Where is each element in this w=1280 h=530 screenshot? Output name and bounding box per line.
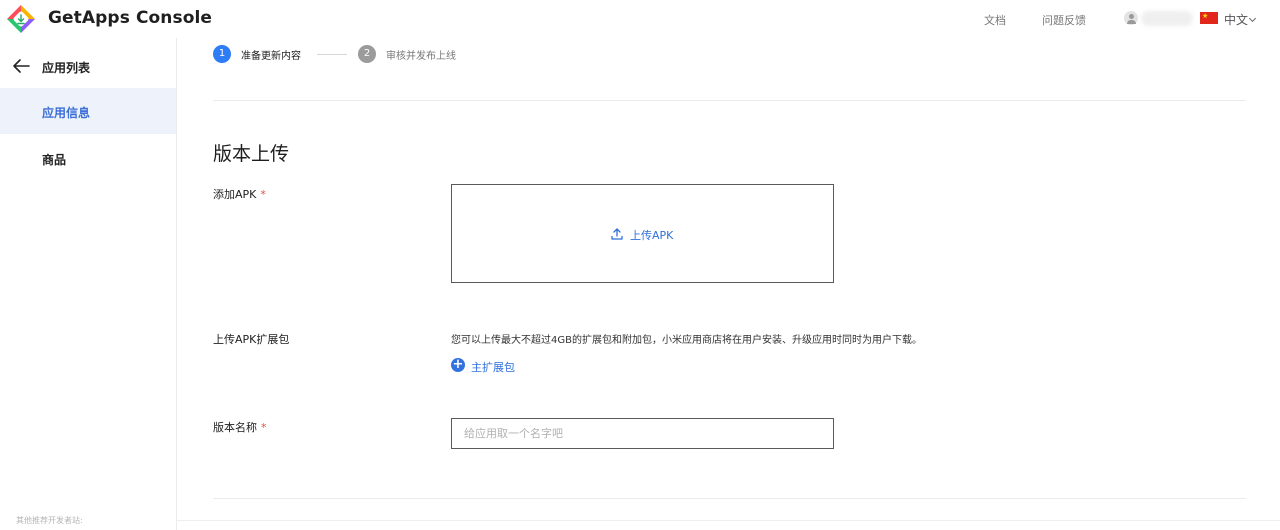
brand-title[interactable]: GetApps Console [48, 8, 212, 28]
step-label: 审核并发布上线 [386, 51, 456, 62]
add-main-ext-label[interactable]: 主扩展包 [471, 359, 515, 375]
feedback-link[interactable]: 问题反馈 [1042, 12, 1086, 28]
chevron-down-icon[interactable] [1248, 14, 1257, 23]
apk-upload-area[interactable]: 上传APK [451, 184, 834, 283]
step-number: 2 [358, 45, 376, 63]
docs-link[interactable]: 文档 [984, 12, 1006, 28]
step-connector [317, 54, 347, 55]
required-mark: * [261, 421, 267, 434]
user-avatar-icon[interactable] [1124, 11, 1138, 25]
arrow-left-icon[interactable] [12, 58, 30, 74]
version-name-input[interactable] [451, 418, 834, 449]
divider [213, 498, 1246, 499]
version-field-label: 版本名称 * [213, 419, 267, 435]
ext-field-label: 上传APK扩展包 [213, 333, 290, 346]
back-label[interactable]: 应用列表 [42, 59, 90, 76]
sidebar-footer-text: 其他推荐开发者站: [16, 516, 83, 525]
plus-circle-icon[interactable]: + [451, 358, 465, 372]
sidebar-item-goods[interactable]: 商品 [0, 135, 176, 181]
upload-apk-label[interactable]: 上传APK [630, 227, 673, 243]
upload-icon [611, 228, 623, 240]
footer-border [177, 520, 1280, 521]
step-label: 准备更新内容 [241, 51, 301, 62]
username-redacted[interactable] [1141, 11, 1193, 26]
ext-description: 您可以上传最大不超过4GB的扩展包和附加包，小米应用商店将在用户安装、升级应用时… [451, 335, 922, 346]
section-title: 版本上传 [213, 143, 290, 165]
sidebar: 应用列表 应用信息 商品 其他推荐开发者站: [0, 38, 177, 530]
divider [213, 100, 1246, 101]
apk-field-label: 添加APK * [213, 186, 266, 202]
step-number: 1 [213, 45, 231, 63]
top-header: GetApps Console 文档 问题反馈 中文 [0, 0, 1280, 38]
sidebar-item-label[interactable]: 商品 [42, 151, 66, 168]
china-flag-icon[interactable] [1200, 10, 1218, 24]
sidebar-item-app-info[interactable]: 应用信息 [0, 88, 176, 134]
label-text: 版本名称 [213, 421, 257, 434]
back-to-app-list[interactable]: 应用列表 [0, 52, 176, 82]
required-mark: * [260, 188, 266, 201]
label-text: 添加APK [213, 188, 257, 201]
getapps-logo-icon[interactable] [6, 4, 36, 34]
sidebar-item-label[interactable]: 应用信息 [42, 104, 90, 121]
language-selector[interactable]: 中文 [1224, 11, 1248, 28]
